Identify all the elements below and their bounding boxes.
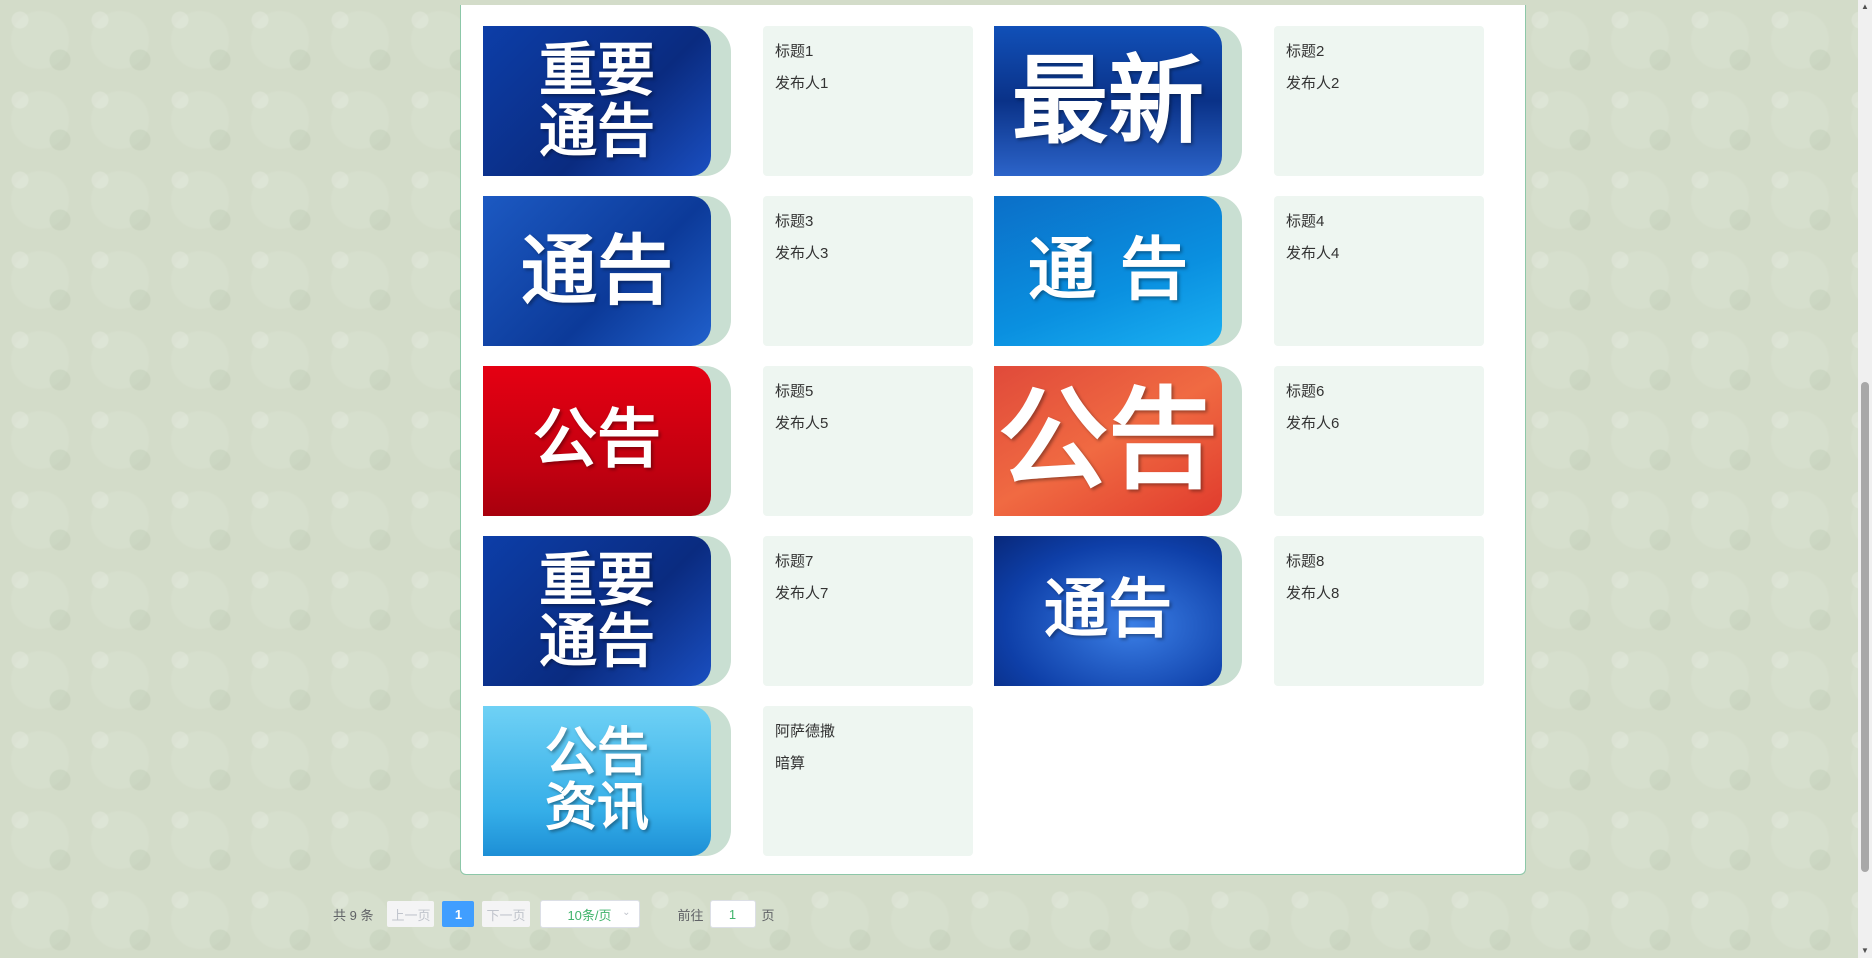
notice-title: 标题3: [775, 213, 814, 230]
announcement-image: 公告: [994, 366, 1222, 516]
thumbnail-text: 公告: [998, 376, 1218, 505]
notice-thumbnail[interactable]: 公告: [994, 366, 1244, 516]
notice-info[interactable]: 阿萨德撒 暗算: [763, 706, 973, 856]
thumbnail-text: 通告: [1044, 573, 1172, 648]
thumbnail-text: 重要 通告: [538, 546, 655, 675]
thumbnail-text: 公告: [533, 403, 661, 478]
notice-card[interactable]: 通 告 标题4 发布人4: [994, 196, 1505, 366]
important-notice-image: 重要 通告: [483, 536, 711, 686]
notice-title: 标题4: [1286, 213, 1325, 230]
notice-publisher: 发布人6: [1286, 415, 1340, 432]
notice-title: 标题1: [775, 43, 814, 60]
notice-title: 标题8: [1286, 553, 1325, 570]
goto-page-input[interactable]: [709, 900, 756, 928]
megaphone-image: 公告 资讯: [483, 706, 711, 856]
notice-info[interactable]: 标题4 发布人4: [1274, 196, 1484, 346]
arrow-down-icon[interactable]: ▼: [1858, 944, 1872, 958]
thumbnail-text: 公告 资讯: [544, 723, 649, 838]
scrollbar[interactable]: ▲ ▼: [1858, 0, 1872, 958]
notice-info[interactable]: 标题3 发布人3: [763, 196, 973, 346]
notice-thumbnail[interactable]: 通告: [994, 536, 1244, 686]
notice-thumbnail[interactable]: 重要 通告: [483, 536, 733, 686]
notice-card[interactable]: 重要 通告 标题1 发布人1: [483, 26, 994, 196]
notice-info[interactable]: 标题1 发布人1: [763, 26, 973, 176]
notice-title: 标题5: [775, 383, 814, 400]
notice-info[interactable]: 标题5 发布人5: [763, 366, 973, 516]
notice-image: 通告: [994, 536, 1222, 686]
notice-title: 标题6: [1286, 383, 1325, 400]
notice-image: 通告: [483, 196, 711, 346]
notice-publisher: 发布人2: [1286, 75, 1340, 92]
notice-list-panel: 重要 通告 标题1 发布人1 最新 标题2 发布人2 通告 标题3 发布人3 通 告 标题4 发布人4…: [460, 5, 1526, 875]
next-page-button[interactable]: 下一页: [482, 901, 530, 927]
notice-info[interactable]: 标题7 发布人7: [763, 536, 973, 686]
notice-info[interactable]: 标题8 发布人8: [1274, 536, 1484, 686]
notice-title: 标题7: [775, 553, 814, 570]
thumbnail-text: 重要 通告: [538, 36, 655, 165]
notice-thumbnail[interactable]: 最新: [994, 26, 1244, 176]
pagination: 共 9 条 上一页 1 下一页 10条/页 ⌄ 前往 页: [333, 900, 775, 928]
important-notice-image: 重要 通告: [483, 26, 711, 176]
notice-publisher: 发布人5: [775, 415, 829, 432]
notice-card[interactable]: 重要 通告 标题7 发布人7: [483, 536, 994, 706]
thumbnail-text: 通告: [521, 226, 673, 316]
page-size-value: 10条/页: [567, 907, 612, 923]
arrow-up-icon[interactable]: ▲: [1858, 0, 1872, 14]
notice-title: 标题2: [1286, 43, 1325, 60]
page-size-select[interactable]: 10条/页 ⌄: [539, 900, 640, 928]
notice-card[interactable]: 最新 标题2 发布人2: [994, 26, 1505, 196]
notice-thumbnail[interactable]: 公告 资讯: [483, 706, 733, 856]
notice-grid: 重要 通告 标题1 发布人1 最新 标题2 发布人2 通告 标题3 发布人3 通 告 标题4 发布人4…: [483, 26, 1505, 876]
notice-publisher: 发布人4: [1286, 245, 1340, 262]
notice-card[interactable]: 公告 资讯 阿萨德撒暗算: [483, 706, 994, 876]
notice-info[interactable]: 标题2 发布人2: [1274, 26, 1484, 176]
announcement-image: 公告: [483, 366, 711, 516]
page-suffix: 页: [761, 907, 775, 923]
notice-card[interactable]: 通告 标题8 发布人8: [994, 536, 1505, 706]
notice-thumbnail[interactable]: 公告: [483, 366, 733, 516]
notice-publisher: 暗算: [775, 755, 806, 772]
notice-card[interactable]: 公告 标题6 发布人6: [994, 366, 1505, 536]
notice-thumbnail[interactable]: 重要 通告: [483, 26, 733, 176]
notice-info[interactable]: 标题6 发布人6: [1274, 366, 1484, 516]
notice-title: 阿萨德撒: [775, 723, 836, 740]
page-number-1[interactable]: 1: [442, 901, 475, 927]
scrollbar-thumb[interactable]: [1861, 382, 1869, 872]
notice-card[interactable]: 通告 标题3 发布人3: [483, 196, 994, 366]
chevron-down-icon: ⌄: [622, 907, 631, 918]
notice-card[interactable]: 公告 标题5 发布人5: [483, 366, 994, 536]
notice-image: 通 告: [994, 196, 1222, 346]
notice-publisher: 发布人7: [775, 585, 829, 602]
prev-page-button[interactable]: 上一页: [387, 901, 435, 927]
notice-publisher: 发布人1: [775, 75, 829, 92]
notice-thumbnail[interactable]: 通 告: [994, 196, 1244, 346]
notice-publisher: 发布人8: [1286, 585, 1340, 602]
notice-thumbnail[interactable]: 通告: [483, 196, 733, 346]
pagination-total: 共 9 条: [333, 907, 374, 923]
thumbnail-text: 通 告: [1028, 231, 1188, 311]
notice-publisher: 发布人3: [775, 245, 829, 262]
thumbnail-text: 最新: [1012, 44, 1204, 157]
latest-image: 最新: [994, 26, 1222, 176]
goto-label: 前往: [677, 907, 704, 923]
